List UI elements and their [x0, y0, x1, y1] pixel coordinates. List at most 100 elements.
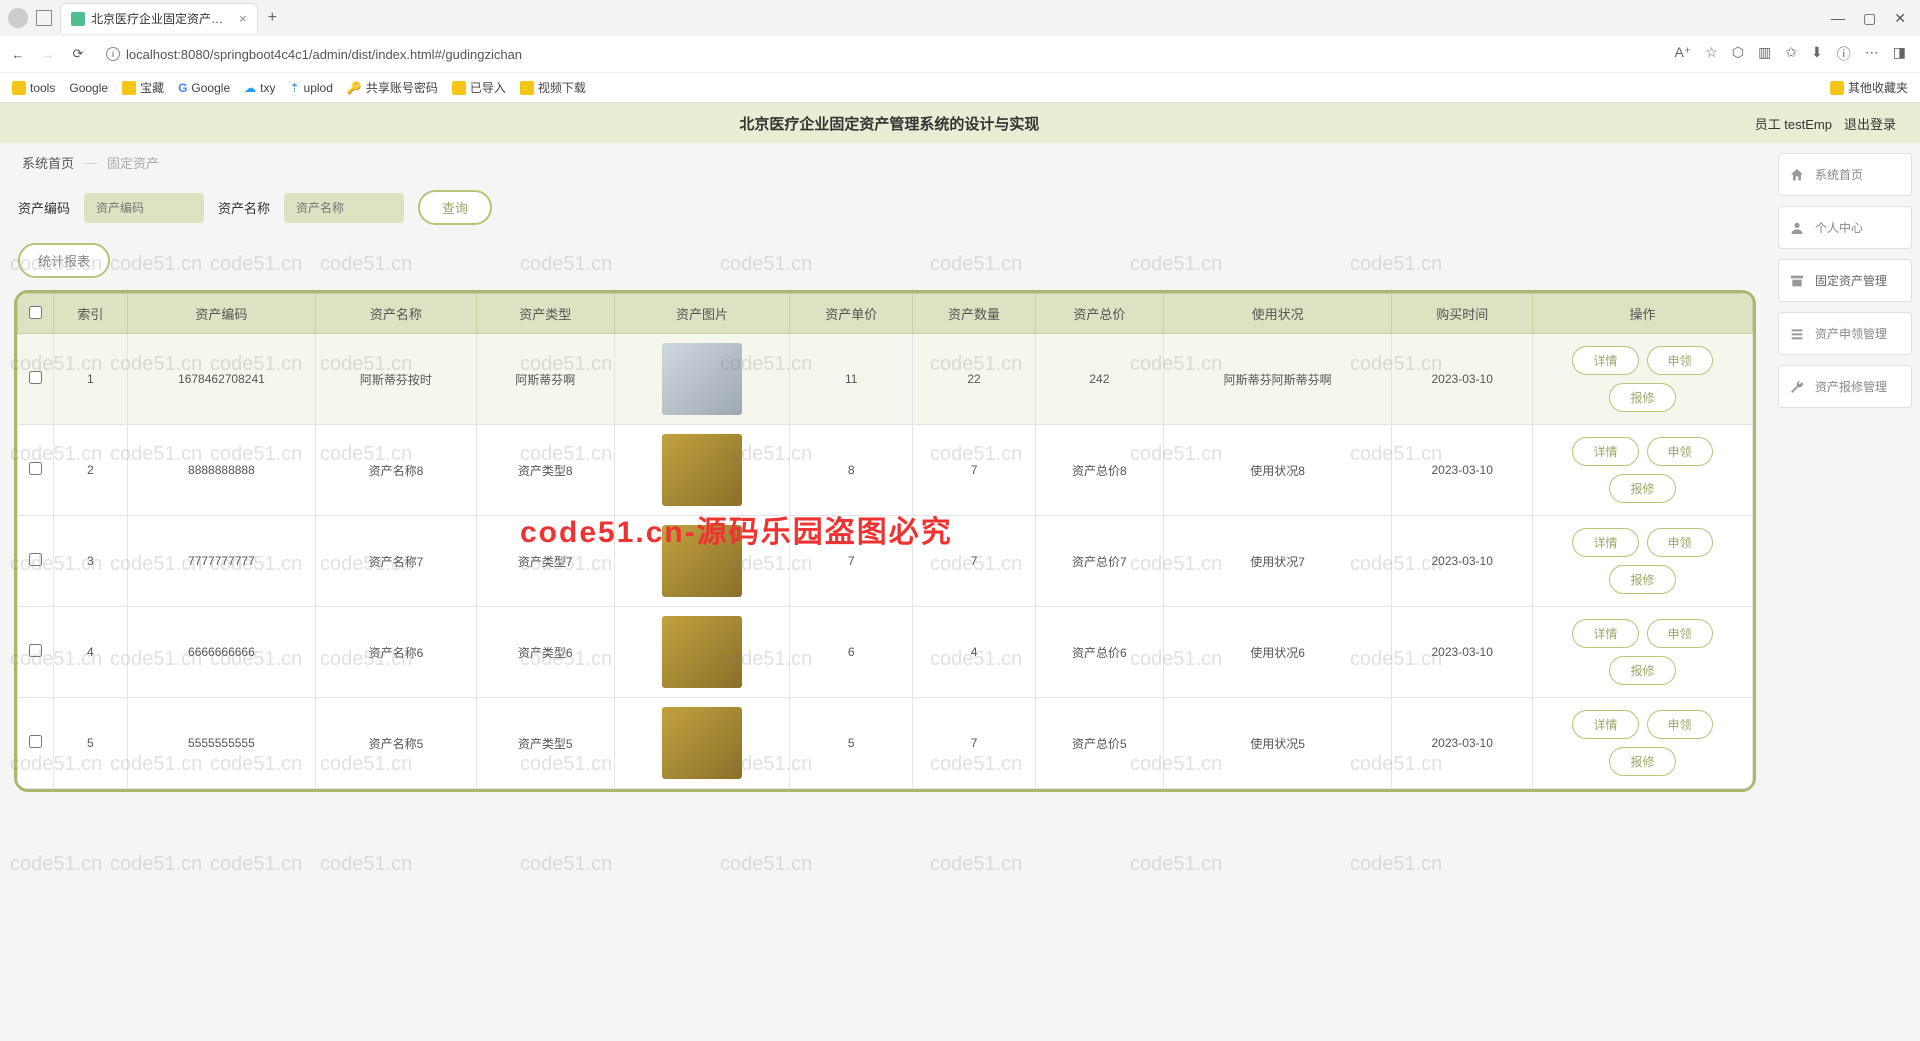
- new-tab-button[interactable]: +: [268, 9, 277, 27]
- col-date: 购买时间: [1392, 294, 1533, 334]
- read-aloud-icon[interactable]: A⁺: [1675, 44, 1692, 64]
- maximize-icon[interactable]: ▢: [1863, 10, 1876, 27]
- folder-icon: [520, 81, 534, 95]
- breadcrumb-home[interactable]: 系统首页: [22, 153, 74, 172]
- search-row: 资产编码 资产名称 查询: [14, 182, 1756, 239]
- sidebar-item-assets[interactable]: 固定资产管理: [1778, 259, 1912, 302]
- list-icon: [1789, 326, 1805, 342]
- apply-button[interactable]: 申领: [1647, 710, 1713, 739]
- repair-button[interactable]: 报修: [1609, 747, 1675, 776]
- cell-total: 资产总价6: [1035, 607, 1163, 698]
- profile-avatar-icon[interactable]: [8, 8, 28, 28]
- col-qty: 资产数量: [913, 294, 1036, 334]
- refresh-icon[interactable]: ⟳: [68, 46, 88, 62]
- detail-button[interactable]: 详情: [1572, 437, 1638, 466]
- address-bar: ← → ⟳ i localhost:8080/springboot4c4c1/a…: [0, 36, 1920, 72]
- app-header: 北京医疗企业固定资产管理系统的设计与实现 员工 testEmp 退出登录: [0, 103, 1920, 143]
- cell-total: 资产总价5: [1035, 698, 1163, 789]
- repair-button[interactable]: 报修: [1609, 474, 1675, 503]
- sidebar-item-request[interactable]: 资产申领管理: [1778, 312, 1912, 355]
- site-info-icon[interactable]: i: [106, 47, 120, 61]
- bookmark-item[interactable]: Google: [69, 81, 108, 95]
- browser-tab[interactable]: 北京医疗企业固定资产管理系统 ×: [60, 3, 258, 33]
- split-icon[interactable]: ◨: [1893, 44, 1906, 64]
- cell-status: 使用状况7: [1163, 516, 1392, 607]
- cell-type: 阿斯蒂芬啊: [476, 334, 614, 425]
- cell-price: 8: [790, 425, 913, 516]
- detail-button[interactable]: 详情: [1572, 346, 1638, 375]
- tab-close-icon[interactable]: ×: [239, 11, 247, 26]
- folder-icon: [12, 81, 26, 95]
- bookmark-item[interactable]: ☁txy: [244, 81, 275, 95]
- row-checkbox[interactable]: [29, 371, 42, 384]
- detail-button[interactable]: 详情: [1572, 528, 1638, 557]
- apply-button[interactable]: 申领: [1647, 437, 1713, 466]
- bookmark-item[interactable]: GGoogle: [178, 81, 230, 95]
- cell-price: 7: [790, 516, 913, 607]
- cell-ops: 详情 申领 报修: [1533, 516, 1753, 607]
- sidebar-item-repair[interactable]: 资产报修管理: [1778, 365, 1912, 408]
- select-all-checkbox[interactable]: [29, 306, 42, 319]
- asset-image: [662, 707, 742, 779]
- breadcrumb-separator: —: [84, 155, 97, 170]
- bookmark-item[interactable]: tools: [12, 81, 55, 95]
- repair-button[interactable]: 报修: [1609, 656, 1675, 685]
- close-window-icon[interactable]: ✕: [1894, 10, 1906, 27]
- query-button[interactable]: 查询: [418, 190, 492, 225]
- stats-button[interactable]: 统计报表: [18, 243, 110, 278]
- favicon-icon: [71, 12, 85, 26]
- other-bookmarks[interactable]: 其他收藏夹: [1830, 79, 1908, 96]
- table-row: 5 5555555555 资产名称5 资产类型5 5 7 资产总价5 使用状况5…: [18, 698, 1753, 789]
- apply-button[interactable]: 申领: [1647, 346, 1713, 375]
- sidebar-item-home[interactable]: 系统首页: [1778, 153, 1912, 196]
- bookmark-item[interactable]: 已导入: [452, 79, 506, 96]
- col-index: 索引: [54, 294, 128, 334]
- tab-actions-icon[interactable]: [36, 10, 52, 26]
- asset-image: [662, 434, 742, 506]
- cell-code: 5555555555: [127, 698, 315, 789]
- downloads-icon[interactable]: ⬇: [1811, 44, 1823, 64]
- cell-total: 资产总价8: [1035, 425, 1163, 516]
- apply-button[interactable]: 申领: [1647, 619, 1713, 648]
- bookmark-item[interactable]: ⇡uplod: [289, 81, 332, 95]
- repair-button[interactable]: 报修: [1609, 383, 1675, 412]
- favorites-icon[interactable]: ✩: [1785, 44, 1797, 64]
- menu-icon[interactable]: ⋯: [1865, 44, 1879, 64]
- apply-button[interactable]: 申领: [1647, 528, 1713, 557]
- detail-button[interactable]: 详情: [1572, 710, 1638, 739]
- url-input[interactable]: i localhost:8080/springboot4c4c1/admin/d…: [98, 43, 1665, 66]
- cell-total: 资产总价7: [1035, 516, 1163, 607]
- bookmark-item[interactable]: 🔑共享账号密码: [347, 79, 438, 96]
- minimize-icon[interactable]: —: [1831, 10, 1845, 27]
- cell-name: 资产名称7: [316, 516, 477, 607]
- cell-qty: 7: [913, 698, 1036, 789]
- detail-button[interactable]: 详情: [1572, 619, 1638, 648]
- asset-table: 索引 资产编码 资产名称 资产类型 资产图片 资产单价 资产数量 资产总价 使用…: [17, 293, 1753, 789]
- table-row: 4 6666666666 资产名称6 资产类型6 6 4 资产总价6 使用状况6…: [18, 607, 1753, 698]
- name-input[interactable]: [284, 193, 404, 223]
- row-checkbox[interactable]: [29, 462, 42, 475]
- row-checkbox[interactable]: [29, 644, 42, 657]
- code-input[interactable]: [84, 193, 204, 223]
- bookmark-item[interactable]: 宝藏: [122, 79, 164, 96]
- cell-index: 1: [54, 334, 128, 425]
- extensions-icon[interactable]: ⬡: [1732, 44, 1744, 64]
- sidebar-item-profile[interactable]: 个人中心: [1778, 206, 1912, 249]
- logout-link[interactable]: 退出登录: [1844, 114, 1896, 133]
- folder-icon: [452, 81, 466, 95]
- cell-index: 5: [54, 698, 128, 789]
- table-wrapper: 索引 资产编码 资产名称 资产类型 资产图片 资产单价 资产数量 资产总价 使用…: [14, 290, 1756, 792]
- cell-code: 7777777777: [127, 516, 315, 607]
- cell-price: 6: [790, 607, 913, 698]
- cell-status: 阿斯蒂芬阿斯蒂芬啊: [1163, 334, 1392, 425]
- row-checkbox[interactable]: [29, 735, 42, 748]
- performance-icon[interactable]: ⓘ: [1837, 44, 1851, 64]
- favorite-icon[interactable]: ☆: [1705, 44, 1718, 64]
- row-checkbox[interactable]: [29, 553, 42, 566]
- repair-button[interactable]: 报修: [1609, 565, 1675, 594]
- back-icon[interactable]: ←: [8, 47, 28, 62]
- bookmark-item[interactable]: 视频下载: [520, 79, 586, 96]
- cell-date: 2023-03-10: [1392, 425, 1533, 516]
- collections-icon[interactable]: ▥: [1758, 44, 1771, 64]
- cell-image: [614, 425, 790, 516]
